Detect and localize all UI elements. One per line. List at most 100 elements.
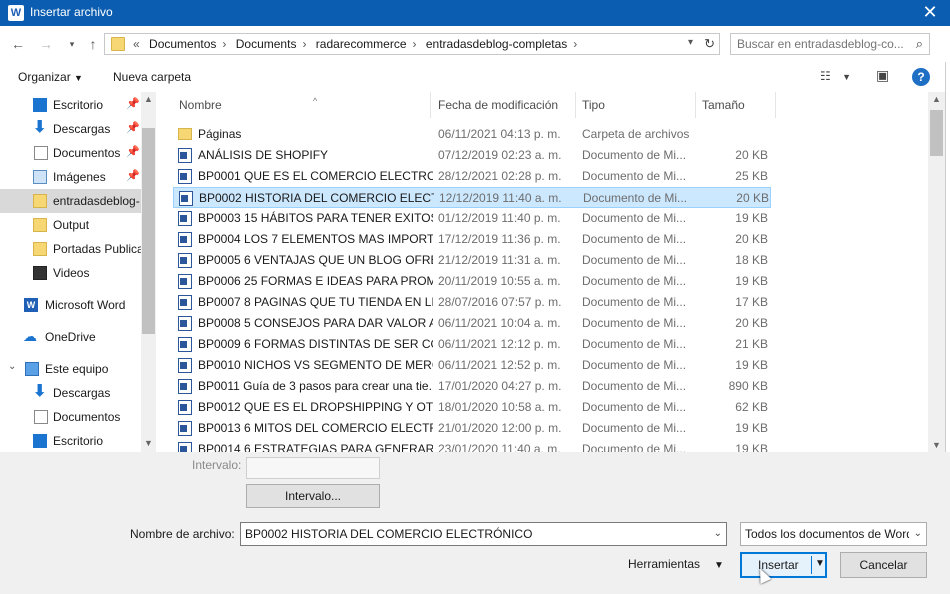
video-icon xyxy=(33,266,47,280)
search-box[interactable]: ⌕ xyxy=(730,33,930,55)
column-header-size[interactable]: Tamaño xyxy=(696,92,776,118)
table-row[interactable]: BP0013 6 MITOS DEL COMERCIO ELECTR... 21/… xyxy=(173,418,771,439)
filename-input[interactable]: BP0002 HISTORIA DEL COMERCIO ELECTRÓNICO… xyxy=(240,522,727,546)
column-header-name[interactable]: ^ Nombre xyxy=(173,92,431,118)
file-type-select[interactable]: Todos los documentos de Word ⌄ xyxy=(740,522,927,546)
chevron-down-icon[interactable]: ⌄ xyxy=(714,528,722,539)
table-row[interactable]: BP0005 6 VENTAJAS QUE UN BLOG OFRE... 21/… xyxy=(173,250,771,271)
navigation-scrollbar[interactable]: ▲ ▼ xyxy=(141,92,156,452)
up-arrow-icon[interactable]: ↑ xyxy=(83,34,103,54)
file-name: BP0012 QUE ES EL DROPSHIPPING Y OTR... xyxy=(198,400,433,414)
organize-button[interactable]: Organizar ▼ xyxy=(18,70,83,84)
pin-icon[interactable]: 📌 xyxy=(126,97,140,110)
file-type: Documento de Mi... xyxy=(582,400,687,414)
help-icon[interactable]: ? xyxy=(912,68,930,86)
new-folder-button[interactable]: Nueva carpeta xyxy=(113,70,191,84)
sidebar-item-pc-downloads[interactable]: ⬇ Descargas xyxy=(0,381,141,405)
table-row[interactable]: Páginas 06/11/2021 04:13 p. m. Carpeta de … xyxy=(173,124,771,145)
sidebar-item-documents[interactable]: Documentos 📌 xyxy=(0,141,141,165)
view-options-icon[interactable]: ☷ ▼ xyxy=(820,69,851,83)
table-row[interactable]: BP0014 6 ESTRATEGIAS PARA GENERAR C... 23… xyxy=(173,439,771,452)
pin-icon[interactable]: 📌 xyxy=(126,169,140,182)
chevron-right-icon[interactable]: › xyxy=(413,37,417,51)
cancel-button[interactable]: Cancelar xyxy=(840,552,927,578)
sidebar-item-this-pc[interactable]: ⌄ Este equipo xyxy=(0,357,141,381)
sidebar-item-label: Escritorio xyxy=(53,434,104,448)
chevron-right-icon[interactable]: › xyxy=(222,37,226,51)
word-icon: W xyxy=(24,298,38,312)
column-header-type[interactable]: Tipo xyxy=(576,92,696,118)
recent-locations-chevron-icon[interactable]: ▾ xyxy=(62,34,82,54)
back-arrow-icon[interactable]: ← xyxy=(8,34,28,54)
scroll-down-icon[interactable]: ▼ xyxy=(144,438,153,448)
sidebar-item-pictures[interactable]: Imágenes 📌 xyxy=(0,165,141,189)
sidebar-item-microsoft-word[interactable]: W Microsoft Word xyxy=(0,293,141,317)
folder-icon xyxy=(33,218,47,232)
chevron-down-icon[interactable]: ▼ xyxy=(815,558,825,569)
breadcrumb-item[interactable]: radarecommerce xyxy=(316,37,407,51)
tools-button[interactable]: Herramientas ▼ xyxy=(628,557,724,571)
sidebar-item-onedrive[interactable]: ☁ OneDrive xyxy=(0,325,141,349)
file-type: Documento de Mi... xyxy=(582,337,687,351)
sidebar-item-label: Output xyxy=(53,218,90,232)
sidebar-item-videos[interactable]: Videos xyxy=(0,261,141,285)
preview-pane-icon[interactable]: ▣ xyxy=(876,67,889,84)
chevron-down-icon[interactable]: ⌄ xyxy=(914,528,922,539)
file-date: 01/12/2019 11:40 p. m. xyxy=(438,211,561,225)
file-name: BP0003 15 HÁBITOS PARA TENER EXITOS ... xyxy=(198,211,433,225)
scroll-up-icon[interactable]: ▲ xyxy=(144,94,153,104)
address-dropdown-icon[interactable]: ▾ xyxy=(688,37,693,48)
search-icon[interactable]: ⌕ xyxy=(916,36,923,52)
sidebar-item-downloads[interactable]: ⬇ Descargas 📌 xyxy=(0,117,141,141)
forward-arrow-icon[interactable]: → xyxy=(36,34,56,54)
table-row[interactable]: BP0007 8 PAGINAS QUE TU TIENDA EN LI... 2… xyxy=(173,292,771,313)
address-bar[interactable]: « Documentos › Documents › radarecommerce ›… xyxy=(104,33,720,55)
table-row-selected[interactable]: BP0002 HISTORIA DEL COMERCIO ELECT... 12/… xyxy=(173,187,771,208)
word-document-icon xyxy=(178,379,192,394)
sidebar-item-output[interactable]: Output xyxy=(0,213,141,237)
pin-icon[interactable]: 📌 xyxy=(126,121,140,134)
close-icon[interactable]: ✕ xyxy=(910,0,950,26)
file-list-scrollbar[interactable]: ▲ ▼ xyxy=(928,92,945,452)
pin-icon[interactable]: 📌 xyxy=(126,145,140,158)
table-row[interactable]: BP0001 QUE ES EL COMERCIO ELECTRO... 28/1… xyxy=(173,166,771,187)
interval-button[interactable]: Intervalo... xyxy=(246,484,380,508)
chevron-right-icon[interactable]: › xyxy=(573,37,577,51)
search-input[interactable] xyxy=(737,35,907,53)
table-row[interactable]: BP0011 Guía de 3 pasos para crear una ti… xyxy=(173,376,771,397)
table-row[interactable]: BP0004 LOS 7 ELEMENTOS MAS IMPORT... 17/1… xyxy=(173,229,771,250)
chevron-down-icon[interactable]: ⌄ xyxy=(8,361,16,372)
column-header-date[interactable]: Fecha de modificación xyxy=(432,92,576,118)
title-bar: W Insertar archivo ✕ xyxy=(0,0,950,26)
sidebar-item-portadas[interactable]: Portadas Publica xyxy=(0,237,141,261)
scroll-down-icon[interactable]: ▼ xyxy=(932,440,941,450)
sidebar-item-desktop[interactable]: Escritorio 📌 xyxy=(0,93,141,117)
word-document-icon xyxy=(178,148,192,163)
breadcrumb-item[interactable]: entradasdeblog-completas xyxy=(426,37,567,51)
scrollbar-thumb[interactable] xyxy=(142,128,155,334)
breadcrumb-item[interactable]: Documentos xyxy=(149,37,216,51)
table-row[interactable]: BP0008 5 CONSEJOS PARA DAR VALOR A... 06/… xyxy=(173,313,771,334)
table-row[interactable]: BP0012 QUE ES EL DROPSHIPPING Y OTR... 18… xyxy=(173,397,771,418)
breadcrumb-item[interactable]: Documents xyxy=(236,37,297,51)
file-type: Documento de Mi... xyxy=(582,358,687,372)
table-row[interactable]: BP0006 25 FORMAS E IDEAS PARA PROM... 20/… xyxy=(173,271,771,292)
file-date: 21/12/2019 11:31 a. m. xyxy=(438,253,561,267)
table-row[interactable]: ANÁLISIS DE SHOPIFY 07/12/2019 02:23 a. m… xyxy=(173,145,771,166)
refresh-icon[interactable]: ↻ xyxy=(704,36,715,52)
sidebar-item-pc-documents[interactable]: Documentos xyxy=(0,405,141,429)
table-row[interactable]: BP0003 15 HÁBITOS PARA TENER EXITOS ... 0… xyxy=(173,208,771,229)
sidebar-item-pc-desktop[interactable]: Escritorio xyxy=(0,429,141,452)
file-name: BP0007 8 PAGINAS QUE TU TIENDA EN LI... xyxy=(198,295,433,309)
scroll-up-icon[interactable]: ▲ xyxy=(932,94,941,104)
sidebar-item-label: Portadas Publica xyxy=(53,242,141,256)
file-type: Documento de Mi... xyxy=(582,316,687,330)
breadcrumb-overflow[interactable]: « xyxy=(133,37,140,51)
table-row[interactable]: BP0009 6 FORMAS DISTINTAS DE SER CO... 06… xyxy=(173,334,771,355)
file-name: BP0009 6 FORMAS DISTINTAS DE SER CO... xyxy=(198,337,433,351)
sidebar-item-entradasdeblog[interactable]: entradasdeblog- xyxy=(0,189,141,213)
chevron-right-icon[interactable]: › xyxy=(302,37,306,51)
scrollbar-thumb[interactable] xyxy=(930,110,943,156)
table-row[interactable]: BP0010 NICHOS VS SEGMENTO DE MERC... 06/1… xyxy=(173,355,771,376)
insert-button[interactable]: Insertar ▼ xyxy=(740,552,827,578)
